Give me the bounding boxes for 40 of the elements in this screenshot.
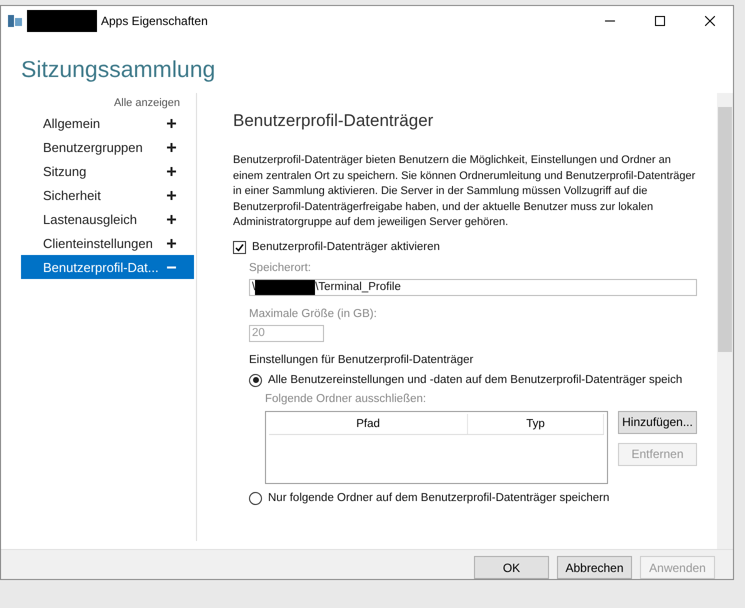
location-field[interactable]: \ \Terminal_Profile: [249, 278, 697, 296]
radio-button[interactable]: [249, 492, 262, 504]
sidebar-item[interactable]: Sicherheit: [21, 183, 194, 207]
show-all-link[interactable]: Alle anzeigen: [114, 97, 180, 111]
page-heading: Sitzungssammlung: [20, 55, 216, 84]
field-text: \Terminal_Profile: [315, 281, 401, 293]
sidebar-item[interactable]: Benutzergruppen: [21, 135, 194, 159]
field-label: Speicherort:: [249, 262, 312, 274]
expand-icon: [167, 166, 176, 176]
group-label: Einstellungen für Benutzerprofil-Datenträger: [249, 354, 474, 366]
field-label: Maximale Größe (in GB):: [249, 308, 378, 320]
close-icon: [705, 16, 715, 26]
section-title: Benutzerprofil-Datenträger: [233, 111, 434, 131]
expand-icon: [167, 142, 176, 152]
expand-icon: [167, 118, 176, 128]
radio-label: Alle Benutzereinstellungen und -daten auf dem Benutzerprofil-Datenträger speich: [268, 374, 682, 386]
checkbox-label: Benutzerprofil-Datenträger aktivieren: [252, 241, 440, 253]
dialog-button[interactable]: Abbrechen: [557, 556, 632, 579]
expand-icon: [167, 190, 176, 200]
sidebar-item[interactable]: Lastenausgleich: [21, 207, 194, 231]
expand-icon: [167, 238, 176, 248]
expand-icon: [167, 214, 176, 224]
sidebar-item[interactable]: Allgemein: [21, 111, 194, 135]
sidebar-item[interactable]: Clienteinstellungen: [21, 231, 194, 255]
sidebar-item[interactable]: Sitzung: [21, 159, 194, 183]
radio-button[interactable]: [249, 374, 262, 386]
field-text: \: [252, 281, 256, 293]
maximize-icon: [655, 16, 665, 26]
column-header[interactable]: Typ: [468, 414, 604, 434]
radio-label: Nur folgende Ordner auf dem Benutzerprofil-Datenträger speichern: [268, 492, 610, 504]
field-label: Folgende Ordner ausschließen:: [265, 392, 428, 404]
folder-list[interactable]: Pfad Typ: [265, 410, 608, 484]
dialog-button[interactable]: OK: [474, 556, 549, 579]
side-button[interactable]: Hinzufügen...: [618, 410, 697, 434]
enable-checkbox[interactable]: [233, 240, 246, 254]
app-icon: [7, 14, 23, 28]
window-title: Apps Eigenschaften: [101, 14, 208, 28]
column-header[interactable]: Pfad: [269, 414, 468, 434]
sidebar-item[interactable]: Benutzerprofil-Dat...: [21, 255, 194, 279]
description-text: Benutzerprofil-Datenträger bieten Benutzern die Möglichkeit, Einstellungen und Ordner an einem zentralen Ort zu speichern. Sie können Ordnerumleitung und Benutzerprofil-Datenträger in einer Sammlung aktivieren. Die Server in der Sammlung müssen Vollzugriff auf die Benutzerprofil-Datenträgerfreigabe haben, und der aktuelle Benutzer muss zur lokalen Administratorgruppe auf dem jeweiligen Server gehören.: [233, 153, 696, 230]
